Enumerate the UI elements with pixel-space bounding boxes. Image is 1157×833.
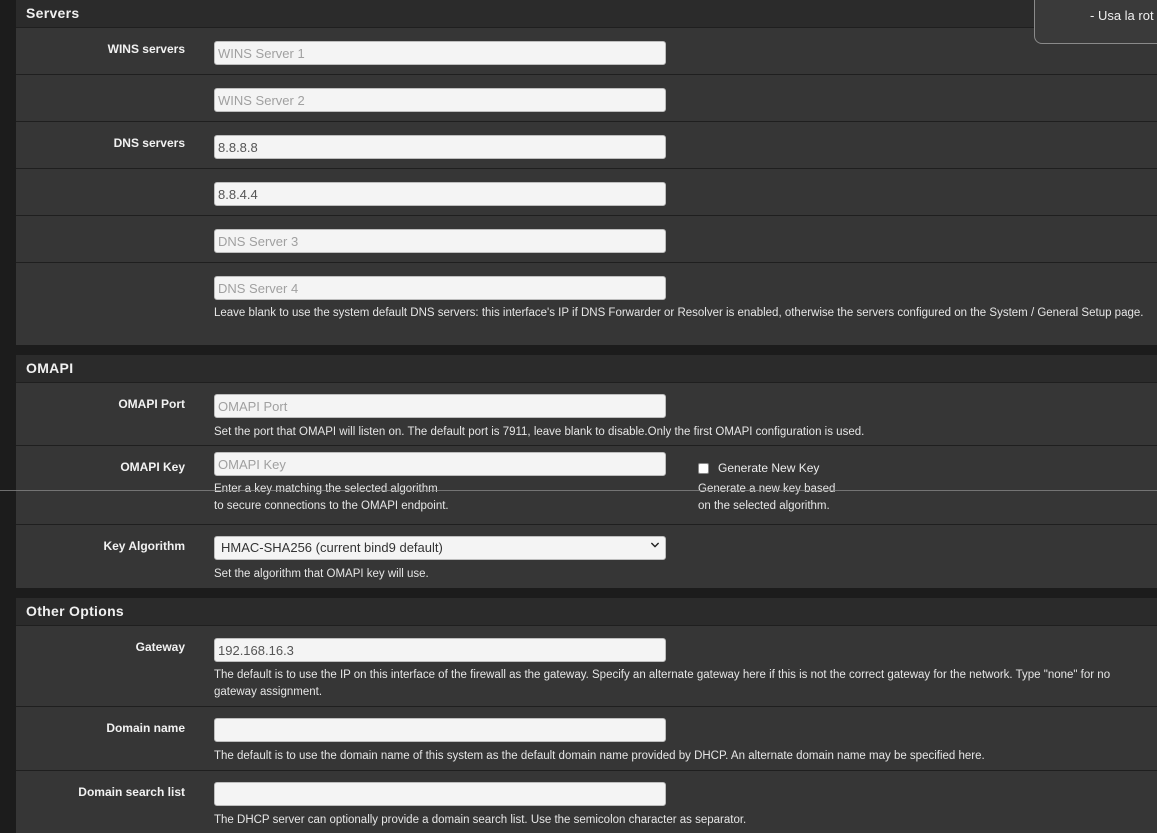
domain-name-label: Domain name	[106, 721, 185, 735]
domain-name-row: Domain name The default is to use the do…	[16, 706, 1157, 770]
wins-server-1-input[interactable]	[214, 41, 666, 65]
omapi-key-row: OMAPI Key Enter a key matching the selec…	[16, 445, 1157, 524]
chevron-down-icon	[651, 542, 659, 548]
key-algorithm-select[interactable]: HMAC-SHA256 (current bind9 default)	[214, 536, 666, 560]
key-algorithm-selected-value: HMAC-SHA256 (current bind9 default)	[221, 540, 443, 555]
generate-new-key-toggle[interactable]: Generate New Key	[698, 461, 819, 475]
omapi-panel: OMAPI OMAPI Port Set the port that OMAPI…	[15, 355, 1157, 588]
dns-server-1-input[interactable]	[214, 135, 666, 159]
dns-server-3-input[interactable]	[214, 229, 666, 253]
dns-row-2	[16, 168, 1157, 215]
key-algorithm-row: Key Algorithm HMAC-SHA256 (current bind9…	[16, 524, 1157, 588]
wins-server-2-input[interactable]	[214, 88, 666, 112]
servers-heading: Servers	[16, 0, 1157, 27]
gateway-label: Gateway	[135, 640, 185, 654]
domain-search-list-label: Domain search list	[78, 785, 185, 799]
other-options-panel: Other Options Gateway The default is to …	[15, 598, 1157, 833]
gateway-help: The default is to use the IP on this int…	[214, 669, 1111, 698]
dns-servers-label: DNS servers	[113, 136, 185, 150]
gateway-input[interactable]	[214, 638, 666, 662]
dns-row-3	[16, 215, 1157, 262]
generate-new-key-checkbox[interactable]	[698, 462, 709, 474]
servers-panel: Servers WINS servers DNS servers Leave b…	[15, 0, 1157, 345]
wins-row-1: WINS servers	[16, 27, 1157, 74]
dns-server-4-input[interactable]	[214, 276, 666, 300]
dns-server-2-input[interactable]	[214, 182, 666, 206]
generate-new-key-label: Generate New Key	[718, 461, 820, 475]
domain-search-list-input[interactable]	[214, 782, 666, 806]
omapi-port-row: OMAPI Port Set the port that OMAPI will …	[16, 382, 1157, 445]
omapi-key-label: OMAPI Key	[120, 460, 185, 474]
domain-name-input[interactable]	[214, 718, 666, 742]
omapi-heading: OMAPI	[16, 355, 1157, 382]
omapi-key-help-line2: to secure connections to the OMAPI endpo…	[214, 500, 449, 512]
dns-row-1: DNS servers	[16, 121, 1157, 168]
generate-key-help-line2: on the selected algorithm.	[698, 500, 830, 512]
domain-search-list-help: The DHCP server can optionally provide a…	[214, 814, 747, 826]
domain-search-list-row: Domain search list The DHCP server can o…	[16, 770, 1157, 833]
wins-servers-label: WINS servers	[107, 42, 185, 56]
omapi-key-input[interactable]	[214, 452, 666, 476]
dns-row-4: Leave blank to use the system default DN…	[16, 262, 1157, 345]
key-algorithm-label: Key Algorithm	[103, 539, 185, 553]
gateway-row: Gateway The default is to use the IP on …	[16, 625, 1157, 706]
omapi-port-help: Set the port that OMAPI will listen on. …	[214, 426, 865, 438]
key-algorithm-help: Set the algorithm that OMAPI key will us…	[214, 568, 429, 580]
tooltip-text-line: - Usa la rot	[1090, 8, 1154, 23]
domain-name-help: The default is to use the domain name of…	[214, 750, 985, 762]
other-options-heading: Other Options	[16, 598, 1157, 625]
left-margin	[0, 0, 15, 833]
horizontal-guide-line	[0, 490, 1157, 491]
wins-row-2	[16, 74, 1157, 121]
page: Servers WINS servers DNS servers Leave b…	[0, 0, 1157, 833]
dns-help-text: Leave blank to use the system default DN…	[214, 307, 1144, 319]
omapi-port-input[interactable]	[214, 394, 666, 418]
omapi-port-label: OMAPI Port	[118, 397, 185, 411]
